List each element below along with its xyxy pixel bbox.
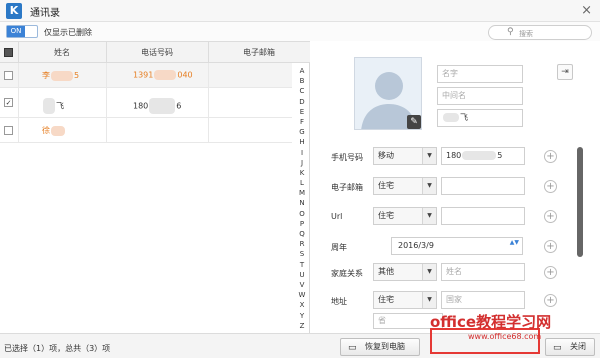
email-type-select[interactable]: 住宅 ▼ bbox=[373, 177, 437, 195]
alphabet-index-letter[interactable]: C bbox=[296, 86, 308, 96]
select-all-checkbox[interactable] bbox=[4, 48, 13, 57]
phone-type-select[interactable]: 移动 ▼ bbox=[373, 147, 437, 165]
watermark-url: www.office68.com bbox=[468, 332, 542, 341]
search-input[interactable]: ⚲ 搜索 bbox=[488, 25, 592, 40]
alphabet-index-letter[interactable]: L bbox=[296, 178, 308, 188]
url-type-select[interactable]: 住宅 ▼ bbox=[373, 207, 437, 225]
url-label: Url bbox=[331, 212, 343, 221]
add-address-button[interactable]: + bbox=[544, 294, 557, 307]
anniversary-label: 周年 bbox=[331, 243, 347, 252]
alphabet-index-letter[interactable]: Q bbox=[296, 229, 308, 239]
chevron-down-icon: ▼ bbox=[422, 264, 436, 280]
chevron-down-icon: ▼ bbox=[422, 148, 436, 164]
alphabet-index: ABCDEFGHIJKLMNOPQRSTUVWXYZ bbox=[296, 66, 308, 331]
contact-name: 徐 bbox=[42, 125, 66, 136]
alphabet-index-letter[interactable]: B bbox=[296, 76, 308, 86]
add-phone-button[interactable]: + bbox=[544, 150, 557, 163]
alphabet-index-letter[interactable]: R bbox=[296, 239, 308, 249]
alphabet-index-letter[interactable]: N bbox=[296, 198, 308, 208]
url-field[interactable] bbox=[441, 207, 525, 225]
detail-scrollbar[interactable] bbox=[577, 147, 583, 257]
date-spinner-icon[interactable]: ▲▼ bbox=[510, 239, 519, 246]
alphabet-index-letter[interactable]: J bbox=[296, 158, 308, 168]
alphabet-index-letter[interactable]: H bbox=[296, 137, 308, 147]
toggle-on-label: ON bbox=[7, 26, 25, 37]
email-label: 电子邮箱 bbox=[331, 183, 363, 192]
table-header: 姓名 电话号码 电子邮箱 bbox=[0, 41, 310, 64]
restore-to-computer-button[interactable]: ▭ 恢复到电脑 bbox=[340, 338, 420, 356]
row-checkbox[interactable] bbox=[4, 71, 13, 80]
address-country-field[interactable]: 国家 bbox=[441, 291, 525, 309]
alphabet-index-letter[interactable]: E bbox=[296, 107, 308, 117]
table-row[interactable]: 李5 1391 040 bbox=[0, 63, 292, 88]
alphabet-index-letter[interactable]: W bbox=[296, 290, 308, 300]
phone-field[interactable]: 180 5 bbox=[441, 147, 525, 165]
alphabet-index-letter[interactable]: P bbox=[296, 219, 308, 229]
search-placeholder: 搜索 bbox=[519, 30, 533, 38]
column-header-phone[interactable]: 电话号码 bbox=[106, 47, 208, 58]
anniversary-date-field[interactable]: 2016/3/9 ▲▼ bbox=[391, 237, 523, 255]
alphabet-index-letter[interactable]: X bbox=[296, 300, 308, 310]
add-anniversary-button[interactable]: + bbox=[544, 240, 557, 253]
chevron-down-icon: ▼ bbox=[422, 292, 436, 308]
chevron-down-icon: ▼ bbox=[422, 208, 436, 224]
window-title: 通讯录 bbox=[30, 8, 60, 19]
alphabet-index-letter[interactable]: T bbox=[296, 260, 308, 270]
selection-status: 已选择（1）项，总共（3）项 bbox=[4, 344, 111, 353]
add-email-button[interactable]: + bbox=[544, 180, 557, 193]
family-name-field[interactable]: 姓名 bbox=[441, 263, 525, 281]
deleted-only-toggle[interactable]: ON bbox=[6, 25, 38, 38]
alphabet-index-letter[interactable]: U bbox=[296, 270, 308, 280]
contact-name: 李5 bbox=[42, 70, 80, 81]
contact-detail-panel: ✎ 名字 中间名 飞 ⇥ 手机号码 移动 ▼ 180 5 + 电子邮箱 住宅 ▼ + … bbox=[311, 41, 600, 333]
computer-icon: ▭ bbox=[348, 343, 357, 353]
close-button[interactable]: ▭ 关闭 bbox=[545, 338, 595, 356]
family-label: 家庭关系 bbox=[331, 269, 363, 278]
alphabet-index-letter[interactable]: D bbox=[296, 97, 308, 107]
column-header-name[interactable]: 姓名 bbox=[18, 47, 106, 58]
title-bar: K 通讯录 × bbox=[0, 0, 600, 22]
toolbar: ON 仅显示已删除 ⚲ 搜索 bbox=[0, 22, 600, 41]
alphabet-index-letter[interactable]: G bbox=[296, 127, 308, 137]
table-row[interactable]: 徐 bbox=[0, 118, 292, 143]
middle-name-field[interactable]: 中间名 bbox=[437, 87, 523, 105]
alphabet-index-letter[interactable]: S bbox=[296, 249, 308, 259]
first-name-field[interactable]: 名字 bbox=[437, 65, 523, 83]
email-field[interactable] bbox=[441, 177, 525, 195]
row-checkbox[interactable]: ✓ bbox=[4, 98, 13, 107]
watermark-text: office教程学习网 bbox=[430, 313, 552, 331]
alphabet-index-letter[interactable]: I bbox=[296, 148, 308, 158]
close-icon: ▭ bbox=[553, 343, 562, 353]
alphabet-index-letter[interactable]: V bbox=[296, 280, 308, 290]
search-icon: ⚲ bbox=[507, 27, 514, 37]
alphabet-index-letter[interactable]: O bbox=[296, 209, 308, 219]
close-window-button[interactable]: × bbox=[581, 3, 592, 18]
family-type-select[interactable]: 其他 ▼ bbox=[373, 263, 437, 281]
address-type-select[interactable]: 住宅 ▼ bbox=[373, 291, 437, 309]
address-label: 地址 bbox=[331, 297, 347, 306]
table-row[interactable]: ✓ 飞 180 6 bbox=[0, 88, 292, 118]
phone-label: 手机号码 bbox=[331, 153, 363, 162]
alphabet-index-letter[interactable]: M bbox=[296, 188, 308, 198]
column-header-email[interactable]: 电子邮箱 bbox=[208, 47, 310, 58]
contact-list-panel: 姓名 电话号码 电子邮箱 李5 1391 040 ✓ 飞 180 6 徐 ABCDE… bbox=[0, 41, 310, 333]
alphabet-index-letter[interactable]: A bbox=[296, 66, 308, 76]
alphabet-index-letter[interactable]: F bbox=[296, 117, 308, 127]
row-checkbox[interactable] bbox=[4, 126, 13, 135]
last-name-field[interactable]: 飞 bbox=[437, 109, 523, 127]
contact-phone: 1391 040 bbox=[133, 70, 193, 80]
add-family-button[interactable]: + bbox=[544, 266, 557, 279]
edit-avatar-icon[interactable]: ✎ bbox=[407, 115, 421, 129]
contact-name: 飞 bbox=[42, 98, 64, 114]
deleted-only-label: 仅显示已删除 bbox=[44, 28, 92, 37]
add-url-button[interactable]: + bbox=[544, 210, 557, 223]
chevron-down-icon: ▼ bbox=[422, 178, 436, 194]
app-logo-icon: K bbox=[6, 3, 22, 19]
contact-phone: 180 6 bbox=[133, 98, 181, 114]
alphabet-index-letter[interactable]: Y bbox=[296, 311, 308, 321]
alphabet-index-letter[interactable]: K bbox=[296, 168, 308, 178]
alphabet-index-letter[interactable]: Z bbox=[296, 321, 308, 331]
contact-avatar[interactable]: ✎ bbox=[354, 57, 422, 130]
export-icon[interactable]: ⇥ bbox=[557, 64, 573, 80]
